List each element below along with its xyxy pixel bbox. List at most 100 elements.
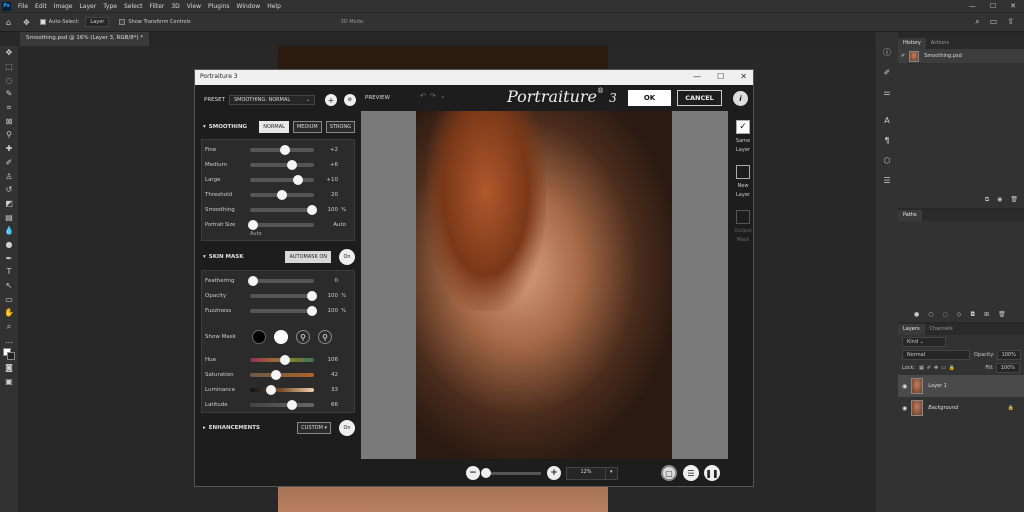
slider-knob[interactable] [287,400,298,410]
enhancements-on-toggle[interactable]: On [339,420,355,436]
crop-tool-icon[interactable]: ⌗ [0,101,18,115]
same-layer-checkbox[interactable]: ✓ [736,120,750,134]
search-icon[interactable]: ⌕ [975,17,979,27]
marquee-tool-icon[interactable]: ⬚ [0,60,18,74]
add-mask-icon[interactable]: ◘ [970,311,975,318]
slider-knob[interactable] [266,385,277,395]
brush-panel-icon[interactable]: ✐ [876,62,898,82]
zoom-value-input[interactable]: 12% [566,467,606,480]
3d-panel-icon[interactable]: ⬡ [876,150,898,170]
menu-image[interactable]: Image [54,3,73,10]
zoom-tool-icon[interactable]: ⌕ [0,320,18,334]
menu-3d[interactable]: 3D [171,3,179,10]
smoothing-section-toggle[interactable]: ▾ SMOOTHING [203,124,247,130]
slider-track[interactable] [247,220,314,230]
slider-track[interactable] [250,355,314,365]
hand-tool-icon[interactable]: ✋ [0,306,18,320]
split-vertical-icon[interactable]: ❚❚ [704,465,720,481]
mode-strong-button[interactable]: STRONG [325,121,355,133]
maximize-icon[interactable]: ☐ [990,2,996,10]
slider-knob[interactable] [307,306,318,316]
brush-tool-icon[interactable]: ✐ [0,156,18,170]
slider-knob[interactable] [270,370,281,380]
color-swatches-icon[interactable] [0,347,18,361]
mask-color-white[interactable] [274,330,288,344]
slider-knob[interactable] [248,276,259,286]
menu-plugins[interactable]: Plugins [208,3,230,10]
slider-knob[interactable] [307,205,318,215]
history-dropdown-icon[interactable]: ⌄ [440,92,446,100]
menu-file[interactable]: File [18,3,28,10]
slider-knob[interactable] [277,190,287,200]
load-selection-icon[interactable]: ◌ [943,311,948,318]
screen-mode-icon[interactable]: ▣ [0,375,18,389]
history-item[interactable]: ✐ Smoothing.psd [898,49,1024,63]
delete-icon[interactable]: 🗑 [1010,196,1018,204]
minimize-icon[interactable]: — [969,2,976,10]
slider-track[interactable] [250,306,318,316]
menu-window[interactable]: Window [237,3,261,10]
eyedropper-icon[interactable]: ⚲ [296,330,310,344]
history-brush-icon[interactable]: ↺ [0,183,18,197]
pen-tool-icon[interactable]: ✒ [0,251,18,265]
visibility-eye-icon[interactable]: ◉ [902,405,907,412]
character-panel-icon[interactable]: A [876,110,898,130]
slider-track[interactable] [250,370,314,380]
info-icon[interactable]: i [733,91,748,106]
stamp-tool-icon[interactable]: ♙ [0,169,18,183]
skin-mask-section-toggle[interactable]: ▾ SKIN MASK [203,254,244,260]
slider-track[interactable] [250,190,314,200]
mask-color-black[interactable] [252,330,266,344]
close-icon[interactable]: ✕ [1010,2,1016,10]
slider-knob[interactable] [280,145,291,155]
move-tool-icon[interactable]: ✥ [0,46,18,60]
fill-input[interactable]: 100% [995,363,1020,373]
slider-knob[interactable] [247,220,258,230]
slider-knob[interactable] [293,175,303,185]
new-document-from-state-icon[interactable]: ⧉ [985,196,989,204]
menu-filter[interactable]: Filter [150,3,165,10]
single-view-icon[interactable]: ▢ [661,465,677,481]
zoom-in-icon[interactable]: + [547,466,561,480]
cancel-button[interactable]: CANCEL [677,90,722,106]
fill-path-icon[interactable]: ● [914,311,919,318]
gradient-tool-icon[interactable]: ▤ [0,210,18,224]
properties-panel-icon[interactable]: ☰ [876,170,898,190]
healing-tool-icon[interactable]: ✚ [0,142,18,156]
undo-icon[interactable]: ↶ [420,92,426,100]
slider-knob[interactable] [307,291,318,301]
menu-help[interactable]: Help [267,3,281,10]
new-layer-checkbox[interactable] [736,165,750,179]
adjustments-panel-icon[interactable]: ⚌ [876,82,898,102]
eyedropper-add-icon[interactable]: ⚲ [318,330,332,344]
slider-track[interactable] [250,400,314,410]
auto-select-dropdown[interactable]: Layer [85,17,110,27]
slider-track[interactable] [250,175,314,185]
make-path-icon[interactable]: ◇ [957,311,962,318]
tab-channels[interactable]: Channels [925,324,958,335]
preview-pane[interactable] [361,111,728,459]
workspace-icon[interactable]: ▭ [990,17,998,27]
tab-actions[interactable]: Actions [926,38,954,49]
document-tab[interactable]: Smoothing.psd @ 16% (Layer 3, RGB/8*) * [20,32,150,46]
zoom-out-icon[interactable]: − [466,466,480,480]
slider-track[interactable] [248,276,314,286]
menu-layer[interactable]: Layer [79,3,96,10]
slider-track[interactable] [250,160,314,170]
layer-filter-kind[interactable]: Kind ⌄ [902,337,946,347]
frame-tool-icon[interactable]: ⊠ [0,114,18,128]
lock-icons[interactable]: ▦✐✥▭🔒 [919,365,958,371]
zoom-slider-knob[interactable] [481,468,491,478]
shape-tool-icon[interactable]: ▭ [0,292,18,306]
enhancements-mode-dropdown[interactable]: CUSTOM ▾ [297,422,331,434]
opacity-input[interactable]: 100% [996,350,1021,360]
redo-icon[interactable]: ↷ [430,92,436,100]
enhancements-section-toggle[interactable]: ▸ ENHANCEMENTS [203,425,260,431]
layer-row[interactable]: ◉ Layer 1 [898,375,1024,397]
show-transform-checkbox[interactable] [119,19,126,25]
minimize-icon[interactable]: — [693,72,701,81]
path-select-tool-icon[interactable]: ↖ [0,279,18,293]
info-panel-icon[interactable]: ⓘ [876,42,898,62]
stroke-path-icon[interactable]: ○ [928,311,933,318]
tab-paths[interactable]: Paths [898,210,922,221]
